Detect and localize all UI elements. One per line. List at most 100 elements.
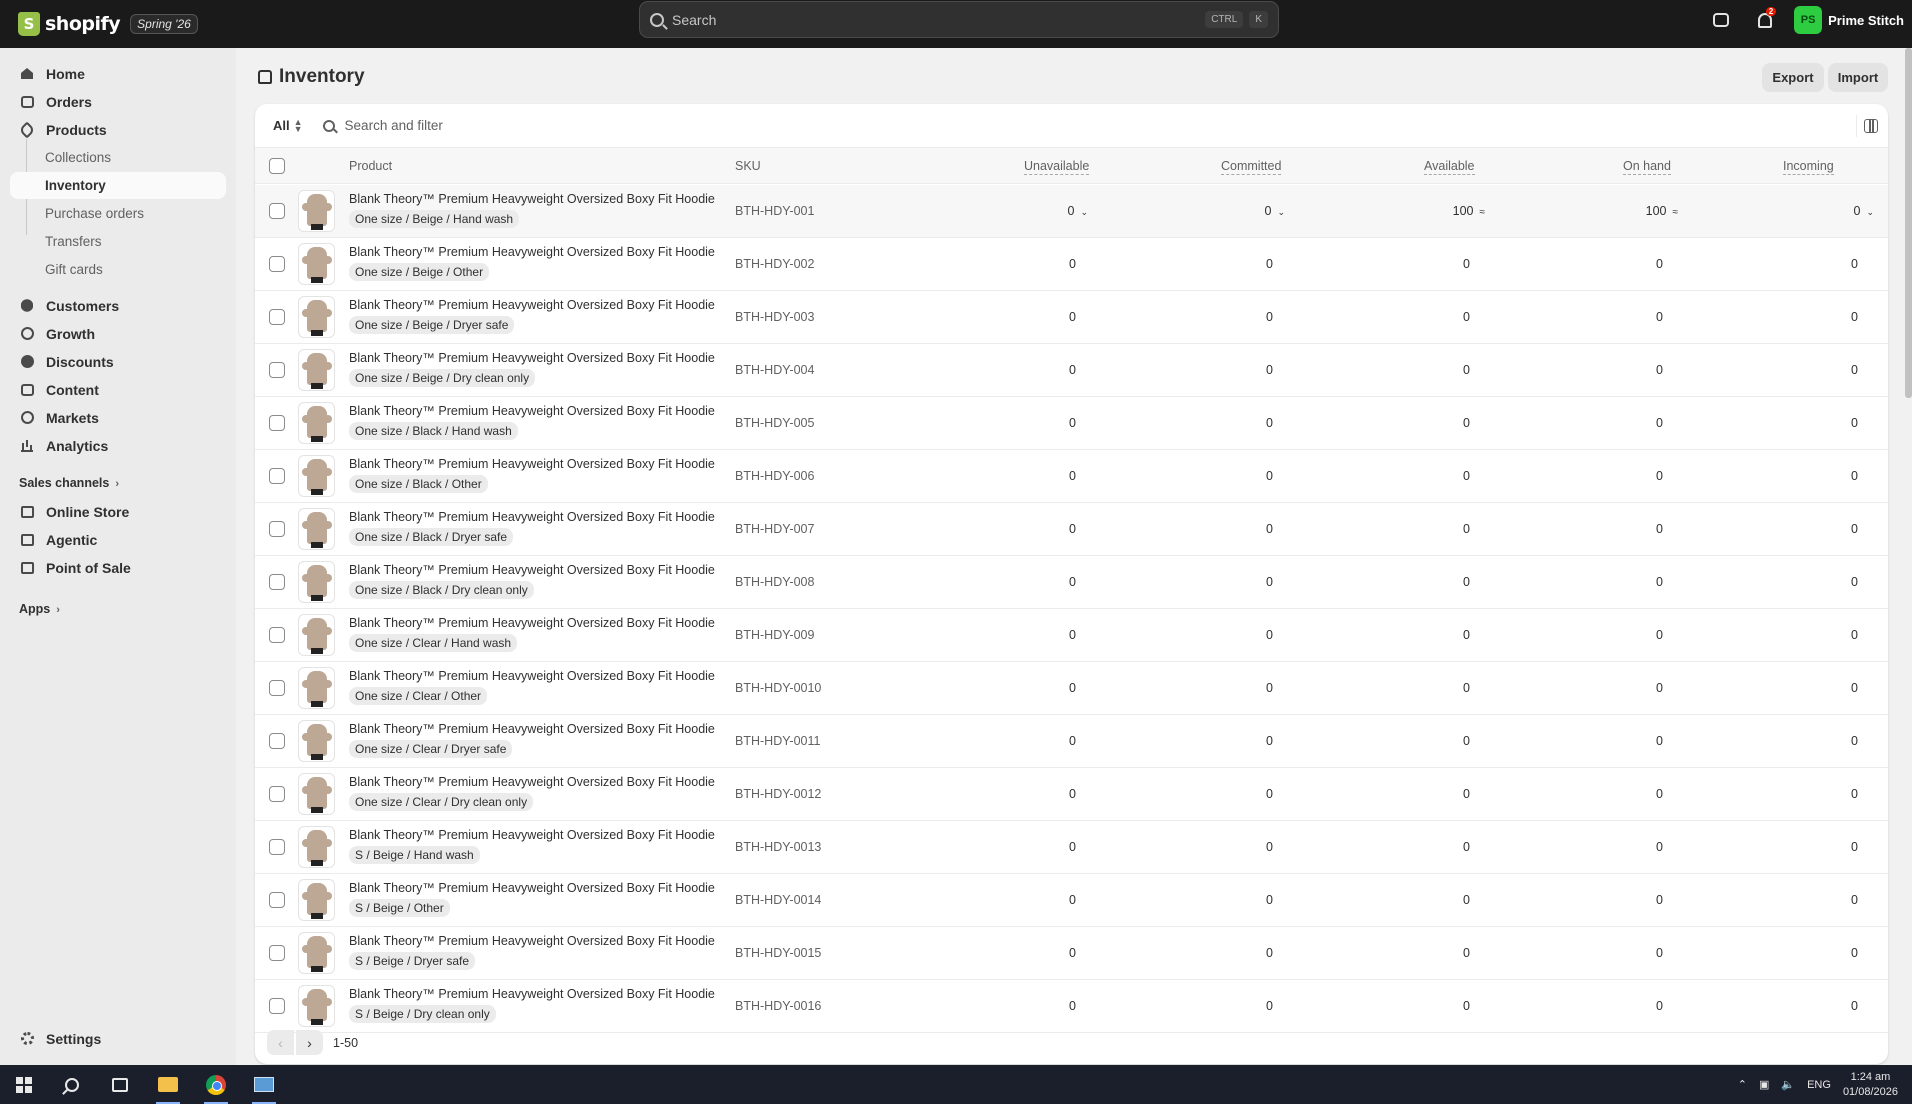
apps-heading[interactable]: Apps › (19, 602, 60, 616)
available-cell[interactable]: 100 ≈ (1453, 204, 1485, 218)
sidebar-item-transfers[interactable]: Transfers (10, 228, 226, 255)
sidebar-item-settings[interactable]: Settings (10, 1025, 226, 1052)
previous-page-button[interactable]: ‹ (267, 1030, 294, 1055)
sidebar-item-growth[interactable]: Growth (10, 320, 226, 347)
global-search-input[interactable]: Search CTRL K (639, 1, 1279, 38)
columns-button[interactable] (1856, 115, 1878, 137)
product-name[interactable]: Blank Theory™ Premium Heavyweight Oversi… (349, 192, 715, 206)
chrome-button[interactable] (192, 1065, 240, 1104)
sidebar-item-content[interactable]: Content (10, 376, 226, 403)
language-indicator[interactable]: ENG (1807, 1079, 1831, 1091)
incoming-cell[interactable]: 0 ⌄ (1854, 204, 1875, 218)
row-checkbox[interactable] (269, 998, 285, 1014)
header-committed[interactable]: Committed (1221, 159, 1282, 175)
product-name[interactable]: Blank Theory™ Premium Heavyweight Oversi… (349, 722, 715, 736)
table-row[interactable]: Blank Theory™ Premium Heavyweight Oversi… (255, 450, 1888, 503)
sales-channels-heading[interactable]: Sales channels › (19, 476, 119, 490)
export-button[interactable]: Export (1762, 63, 1824, 92)
product-name[interactable]: Blank Theory™ Premium Heavyweight Oversi… (349, 616, 715, 630)
table-row[interactable]: Blank Theory™ Premium Heavyweight Oversi… (255, 238, 1888, 291)
sidebar-item-agentic[interactable]: Agentic (10, 526, 226, 553)
header-product[interactable]: Product (349, 159, 392, 173)
start-button[interactable] (0, 1065, 48, 1104)
taskbar-search-button[interactable] (48, 1065, 96, 1104)
task-view-button[interactable] (96, 1065, 144, 1104)
sidebar-item-orders[interactable]: Orders (10, 88, 226, 115)
clock[interactable]: 1:24 am 01/08/2026 (1843, 1070, 1898, 1100)
on-hand-cell[interactable]: 100 ≈ (1646, 204, 1678, 218)
product-name[interactable]: Blank Theory™ Premium Heavyweight Oversi… (349, 563, 715, 577)
header-available[interactable]: Available (1424, 159, 1475, 175)
product-name[interactable]: Blank Theory™ Premium Heavyweight Oversi… (349, 404, 715, 418)
product-thumbnail[interactable] (298, 190, 335, 232)
table-row[interactable]: Blank Theory™ Premium Heavyweight Oversi… (255, 344, 1888, 397)
photos-button[interactable] (240, 1065, 288, 1104)
product-name[interactable]: Blank Theory™ Premium Heavyweight Oversi… (349, 828, 715, 842)
table-row[interactable]: Blank Theory™ Premium Heavyweight Oversi… (255, 874, 1888, 927)
table-row[interactable]: Blank Theory™ Premium Heavyweight Oversi… (255, 768, 1888, 821)
table-row[interactable]: Blank Theory™ Premium Heavyweight Oversi… (255, 185, 1888, 238)
row-checkbox[interactable] (269, 627, 285, 643)
sidebar-item-online-store[interactable]: Online Store (10, 498, 226, 525)
row-checkbox[interactable] (269, 839, 285, 855)
product-thumbnail[interactable] (298, 296, 335, 338)
table-row[interactable]: Blank Theory™ Premium Heavyweight Oversi… (255, 397, 1888, 450)
product-name[interactable]: Blank Theory™ Premium Heavyweight Oversi… (349, 934, 715, 948)
chevron-up-icon[interactable]: ⌃ (1738, 1078, 1747, 1091)
sidebar-item-discounts[interactable]: Discounts (10, 348, 226, 375)
view-selector[interactable]: All ▲ ▼ (273, 117, 303, 133)
product-thumbnail[interactable] (298, 826, 335, 868)
product-name[interactable]: Blank Theory™ Premium Heavyweight Oversi… (349, 881, 715, 895)
product-thumbnail[interactable] (298, 985, 335, 1027)
row-checkbox[interactable] (269, 680, 285, 696)
row-checkbox[interactable] (269, 945, 285, 961)
table-row[interactable]: Blank Theory™ Premium Heavyweight Oversi… (255, 927, 1888, 980)
product-thumbnail[interactable] (298, 561, 335, 603)
volume-icon[interactable]: 🔈 (1781, 1078, 1795, 1091)
sidebar-item-collections[interactable]: Collections (10, 144, 226, 171)
product-thumbnail[interactable] (298, 932, 335, 974)
product-thumbnail[interactable] (298, 773, 335, 815)
row-checkbox[interactable] (269, 309, 285, 325)
notifications-button[interactable]: 2 (1750, 5, 1780, 35)
edition-badge[interactable]: Spring '26 (130, 14, 198, 34)
sidebar-item-analytics[interactable]: Analytics (10, 432, 226, 459)
product-thumbnail[interactable] (298, 455, 335, 497)
product-name[interactable]: Blank Theory™ Premium Heavyweight Oversi… (349, 351, 715, 365)
table-row[interactable]: Blank Theory™ Premium Heavyweight Oversi… (255, 503, 1888, 556)
product-thumbnail[interactable] (298, 243, 335, 285)
table-row[interactable]: Blank Theory™ Premium Heavyweight Oversi… (255, 556, 1888, 609)
row-checkbox[interactable] (269, 362, 285, 378)
product-thumbnail[interactable] (298, 402, 335, 444)
header-unavailable[interactable]: Unavailable (1024, 159, 1090, 175)
inbox-button[interactable] (1706, 5, 1736, 35)
sidebar-item-point-of-sale[interactable]: Point of Sale (10, 554, 226, 581)
table-row[interactable]: Blank Theory™ Premium Heavyweight Oversi… (255, 715, 1888, 768)
product-name[interactable]: Blank Theory™ Premium Heavyweight Oversi… (349, 775, 715, 789)
row-checkbox[interactable] (269, 415, 285, 431)
sidebar-item-inventory[interactable]: Inventory (10, 172, 226, 199)
shopify-logo[interactable]: S shopify (18, 12, 121, 36)
row-checkbox[interactable] (269, 203, 285, 219)
sidebar-item-customers[interactable]: Customers (10, 292, 226, 319)
product-thumbnail[interactable] (298, 667, 335, 709)
unavailable-cell[interactable]: 0 ⌄ (1068, 204, 1089, 218)
header-on-hand[interactable]: On hand (1623, 159, 1671, 175)
table-row[interactable]: Blank Theory™ Premium Heavyweight Oversi… (255, 609, 1888, 662)
sidebar-item-products[interactable]: Products (10, 116, 226, 143)
product-thumbnail[interactable] (298, 349, 335, 391)
import-button[interactable]: Import (1828, 63, 1888, 92)
product-name[interactable]: Blank Theory™ Premium Heavyweight Oversi… (349, 510, 715, 524)
network-icon[interactable]: ▣ (1759, 1078, 1769, 1091)
file-explorer-button[interactable] (144, 1065, 192, 1104)
table-row[interactable]: Blank Theory™ Premium Heavyweight Oversi… (255, 980, 1888, 1033)
page-scrollbar[interactable] (1905, 48, 1912, 398)
committed-cell[interactable]: 0 ⌄ (1265, 204, 1286, 218)
next-page-button[interactable]: › (296, 1030, 323, 1055)
product-name[interactable]: Blank Theory™ Premium Heavyweight Oversi… (349, 298, 715, 312)
product-name[interactable]: Blank Theory™ Premium Heavyweight Oversi… (349, 457, 715, 471)
product-name[interactable]: Blank Theory™ Premium Heavyweight Oversi… (349, 245, 715, 259)
product-name[interactable]: Blank Theory™ Premium Heavyweight Oversi… (349, 987, 715, 1001)
row-checkbox[interactable] (269, 786, 285, 802)
sidebar-item-markets[interactable]: Markets (10, 404, 226, 431)
